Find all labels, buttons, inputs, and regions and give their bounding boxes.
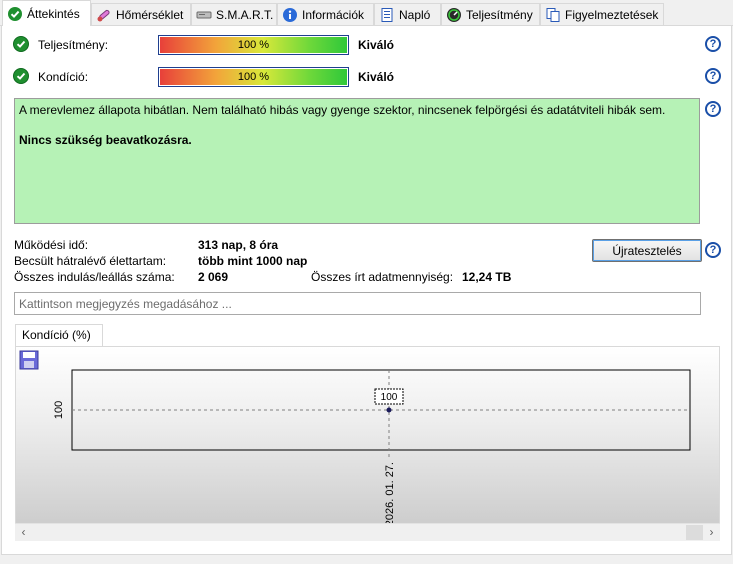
tab-overview[interactable]: Áttekintés [2,0,91,26]
info-icon [282,7,298,23]
tab-temperature[interactable]: Hőmérséklet [91,3,191,25]
help-icon[interactable]: ? [705,101,721,117]
health-chart-panel: 100 100 2026. 01. 27. [15,346,720,541]
scrollbar-track[interactable] [32,525,686,540]
performance-bar-fill: 100 % [160,37,347,53]
tab-smart[interactable]: S.M.A.R.T. [191,3,277,25]
health-chart: 100 100 2026. 01. 27. [19,350,691,523]
scroll-right-arrow-icon[interactable]: › [703,524,720,541]
gauge-icon [446,7,462,23]
data-label: 100 [381,392,398,403]
y-tick-label: 100 [53,401,65,419]
tab-label: Figyelmeztetések [565,7,659,22]
retest-button[interactable]: Újratesztelés [592,239,702,262]
help-icon[interactable]: ? [705,242,721,258]
health-rating: Kiváló [358,70,395,84]
copy-document-icon [545,7,561,23]
tab-health-chart[interactable]: Kondíció (%) [15,324,103,346]
tab-label: Teljesítmény [466,7,533,22]
help-icon[interactable]: ? [705,68,721,84]
start-stop-count-label: Összes indulás/leállás száma: [14,270,175,284]
remaining-life-value: több mint 1000 nap [198,254,308,268]
check-circle-icon [13,68,29,84]
health-bar-fill: 100 % [160,69,347,85]
status-message: A merevlemez állapota hibátlan. Nem talá… [19,103,666,117]
performance-rating: Kiváló [358,38,395,52]
performance-bar: 100 % [158,35,349,55]
remaining-life-label: Becsült hátralévő élettartam: [14,254,167,268]
note-input[interactable] [14,292,701,315]
health-percent: 100 % [237,71,270,83]
check-circle-icon [7,6,23,22]
performance-label: Teljesítmény: [38,38,109,52]
tab-label: Áttekintés [27,6,80,21]
health-label: Kondíció: [38,70,89,84]
tab-label: Napló [399,7,431,22]
tab-performance[interactable]: Teljesítmény [441,3,540,25]
tab-label: S.M.A.R.T. [216,7,274,22]
status-message-box: A merevlemez állapota hibátlan. Nem talá… [14,98,700,224]
scrollbar-thumb[interactable] [686,525,703,540]
start-stop-count-value: 2 069 [198,270,229,284]
scroll-left-arrow-icon[interactable]: ‹ [15,524,32,541]
tab-information[interactable]: Információk [277,3,374,25]
uptime-value: 313 nap, 8 óra [198,238,279,252]
uptime-label: Működési idő: [14,238,89,252]
tab-label: Hőmérséklet [116,7,184,22]
written-data-value: 12,24 TB [462,270,512,284]
tab-bar: Áttekintés Hőmérséklet S.M.A.R.T. Inform… [0,0,733,26]
tab-log[interactable]: Napló [374,3,441,25]
performance-percent: 100 % [237,39,270,51]
check-circle-icon [13,36,29,52]
overview-panel: Teljesítmény: 100 % Kiváló ? Kondíció: 1… [1,25,732,555]
document-icon [379,7,395,23]
help-icon[interactable]: ? [705,36,721,52]
written-data-label: Összes írt adatmennyiség: [311,270,454,284]
thermometer-icon [96,7,112,23]
status-action: Nincs szükség beavatkozásra. [19,133,192,147]
save-icon[interactable] [19,350,39,370]
tab-warnings[interactable]: Figyelmeztetések [540,3,664,25]
data-point [386,407,392,413]
x-tick-label: 2026. 01. 27. [384,462,396,523]
tab-label: Információk [302,7,365,22]
health-bar: 100 % [158,67,349,87]
drive-icon [196,7,212,23]
chart-horizontal-scrollbar[interactable]: ‹ › [15,523,720,541]
